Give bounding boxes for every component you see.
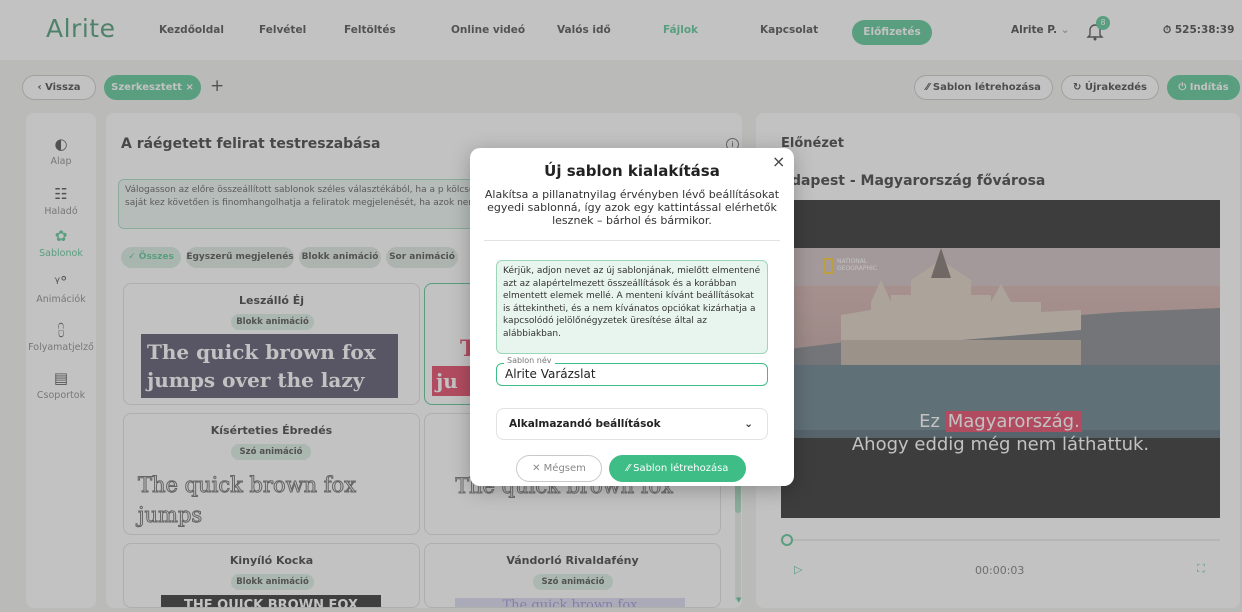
cancel-button[interactable]: ✕ Mégsem xyxy=(516,455,602,482)
template-name-label: Sablon név xyxy=(504,356,555,365)
magic-wand-icon: ⁄⁄ xyxy=(626,463,630,474)
chevron-down-icon: ⌄ xyxy=(744,418,753,430)
dialog-subtitle: Alakítsa a pillanatnyilag érvényben lévő… xyxy=(484,188,780,227)
create-label: Sablon létrehozása xyxy=(633,463,729,474)
accordion-label: Alkalmazandó beállítások xyxy=(509,418,661,430)
create-template-dialog: × Új sablon kialakítása Alakítsa a pilla… xyxy=(470,148,794,486)
close-icon: ✕ xyxy=(532,463,541,474)
settings-accordion[interactable]: Alkalmazandó beállítások ⌄ xyxy=(496,408,768,440)
cancel-label: Mégsem xyxy=(543,463,586,474)
template-name-input[interactable]: Alrite Varázslat xyxy=(496,363,768,386)
dialog-title: Új sablon kialakítása xyxy=(544,162,720,180)
divider xyxy=(484,240,780,241)
dialog-note: Kérjük, adjon nevet az új sablonjának, m… xyxy=(496,260,768,354)
create-template-confirm-button[interactable]: ⁄⁄ Sablon létrehozása xyxy=(609,455,746,482)
